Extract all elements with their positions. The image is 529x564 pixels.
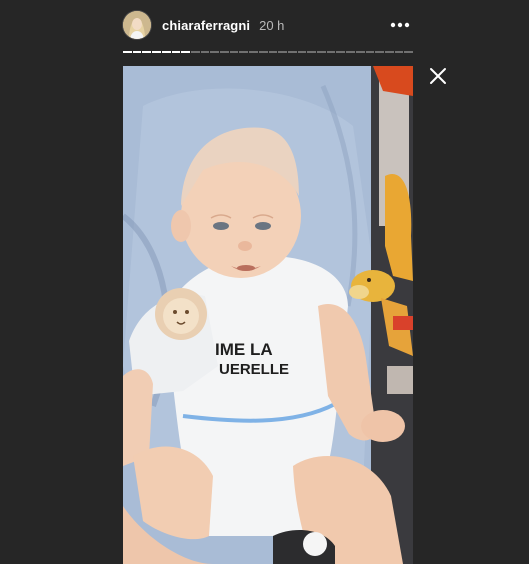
avatar-image: [123, 11, 151, 39]
story-progress-segment: [297, 51, 307, 53]
story-progress-segment: [249, 51, 258, 53]
story-progress-segment: [123, 51, 132, 53]
story-progress-segment: [384, 51, 394, 53]
story-progress-segment: [132, 51, 142, 53]
story-progress-segment: [278, 51, 287, 53]
story-progress-segment: [404, 51, 414, 53]
story-timestamp: 20 h: [259, 17, 285, 33]
story-viewer: chiaraferragni 20 h IME LA UERELLE: [0, 0, 529, 564]
story-progress-segment: [152, 51, 161, 53]
story-progress-bar: [123, 51, 414, 53]
story-header: chiaraferragni 20 h: [123, 10, 413, 40]
story-progress-segment: [375, 51, 384, 53]
story-progress-segment: [394, 51, 404, 53]
story-progress-segment: [307, 51, 317, 53]
story-photo: IME LA UERELLE: [123, 66, 413, 564]
story-progress-segment: [142, 51, 152, 53]
shirt-text-line2: UERELLE: [219, 361, 289, 378]
story-progress-segment: [317, 51, 326, 53]
story-progress-segment: [200, 51, 210, 53]
story-username[interactable]: chiaraferragni: [162, 18, 250, 33]
story-progress-segment: [220, 51, 229, 53]
story-progress-segment: [287, 51, 297, 53]
shirt-text-line1: IME LA: [215, 340, 273, 359]
story-progress-segment: [239, 51, 249, 53]
more-options-icon: [390, 22, 410, 28]
story-progress-segment: [268, 51, 278, 53]
story-media[interactable]: IME LA UERELLE: [123, 66, 413, 564]
story-progress-segment: [181, 51, 190, 53]
story-progress-segment: [355, 51, 365, 53]
close-icon: [430, 68, 446, 84]
story-progress-segment: [326, 51, 336, 53]
story-progress-segment: [336, 51, 346, 53]
story-progress-segment: [258, 51, 268, 53]
story-progress-segment: [346, 51, 355, 53]
more-options-button[interactable]: [387, 15, 413, 35]
story-progress-segment: [365, 51, 375, 53]
story-progress-segment: [229, 51, 239, 53]
close-button[interactable]: [428, 66, 448, 86]
story-progress-segment: [161, 51, 171, 53]
story-progress-segment: [171, 51, 181, 53]
story-progress-segment: [210, 51, 220, 53]
story-progress-segment: [190, 51, 200, 53]
avatar[interactable]: [123, 11, 151, 39]
